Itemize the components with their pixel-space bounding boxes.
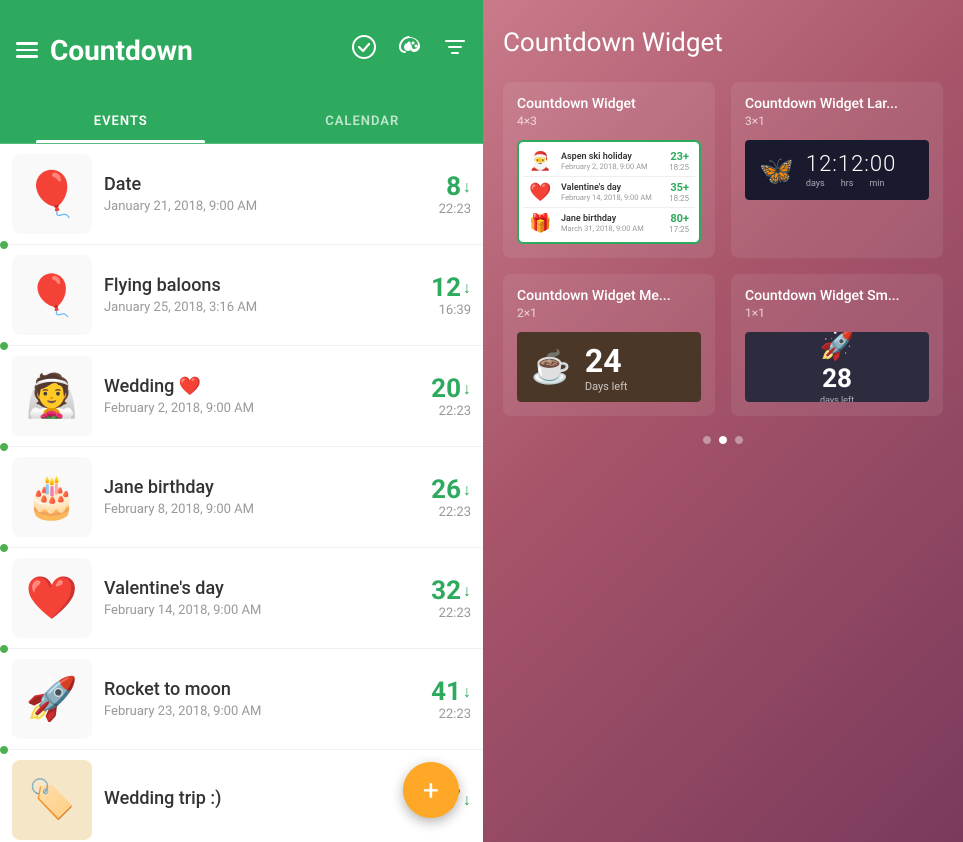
event-date-4: February 14, 2018, 9:00 AM [104, 603, 399, 618]
event-name-3: Jane birthday [104, 477, 399, 498]
butterfly-icon: 🦋 [759, 154, 794, 187]
event-date-3: February 8, 2018, 9:00 AM [104, 502, 399, 517]
countdown-days-0: 8↓ [411, 172, 471, 202]
event-thumb-2: 👰 [12, 356, 92, 436]
events-list: 🎈 Date January 21, 2018, 9:00 AM 8↓ 22:2… [0, 144, 483, 842]
event-info-4: Valentine's day February 14, 2018, 9:00 … [92, 578, 411, 618]
event-countdown-2: 20↓ 22:23 [411, 374, 471, 419]
countdown-days-4: 32↓ [411, 576, 471, 606]
widget-card-title-3: Countdown Widget Sm... [745, 288, 929, 304]
widget-preview-1x1: 🚀 28 days left [745, 332, 929, 402]
event-name-4: Valentine's day [104, 578, 399, 599]
list-item[interactable]: 🎈 Date January 21, 2018, 9:00 AM 8↓ 22:2… [0, 144, 483, 245]
event-thumb-5: 🚀 [12, 659, 92, 739]
list-item[interactable]: 🎂 Jane birthday February 8, 2018, 9:00 A… [0, 447, 483, 548]
event-info-3: Jane birthday February 8, 2018, 9:00 AM [92, 477, 411, 517]
widget-card-4x3[interactable]: Countdown Widget 4×3 🎅 Aspen ski holiday… [503, 82, 715, 258]
list-item[interactable]: 👰 Wedding ❤️ February 2, 2018, 9:00 AM 2… [0, 346, 483, 447]
widget-1x1-label: days left [820, 396, 854, 403]
widget-2x1-label: Days left [585, 380, 628, 393]
countdown-time-3: 22:23 [411, 505, 471, 520]
countdown-time-4: 22:23 [411, 606, 471, 621]
widget-grid: Countdown Widget 4×3 🎅 Aspen ski holiday… [503, 82, 943, 416]
event-date-5: February 23, 2018, 9:00 AM [104, 704, 399, 719]
widget-preview-4x3: 🎅 Aspen ski holiday February 2, 2018, 9:… [517, 140, 701, 244]
check-icon[interactable] [351, 34, 377, 66]
event-info-5: Rocket to moon February 23, 2018, 9:00 A… [92, 679, 411, 719]
widget-3x1-time: 12:12:00 [806, 152, 896, 177]
widget-card-1x1[interactable]: Countdown Widget Sm... 1×1 🚀 28 days lef… [731, 274, 943, 416]
widget-3x1-labels: days hrs min [806, 179, 896, 189]
pagination-dots [503, 436, 943, 444]
event-thumb-3: 🎂 [12, 457, 92, 537]
widget-card-2x1[interactable]: Countdown Widget Me... 2×1 ☕ 24 Days lef… [503, 274, 715, 416]
widget-card-size-2: 2×1 [517, 306, 701, 320]
event-info-2: Wedding ❤️ February 2, 2018, 9:00 AM [92, 376, 411, 416]
menu-button[interactable] [16, 42, 38, 58]
coffee-icon: ☕ [531, 348, 571, 386]
widget-card-3x1[interactable]: Countdown Widget Lar... 3×1 🦋 12:12:00 d… [731, 82, 943, 258]
countdown-time-0: 22:23 [411, 202, 471, 217]
event-name-6: Wedding trip :) [104, 788, 399, 809]
countdown-days-3: 26↓ [411, 475, 471, 505]
event-countdown-5: 41↓ 22:23 [411, 677, 471, 722]
dot-1[interactable] [719, 436, 727, 444]
widget-card-size-1: 3×1 [745, 114, 929, 128]
widget-preview-3x1: 🦋 12:12:00 days hrs min [745, 140, 929, 200]
app-header: Countdown [0, 0, 483, 100]
countdown-time-1: 16:39 [411, 303, 471, 318]
event-name-1: Flying baloons [104, 275, 399, 296]
list-item[interactable]: 🎈 Flying baloons January 25, 2018, 3:16 … [0, 245, 483, 346]
palette-icon[interactable] [397, 34, 423, 66]
countdown-time-5: 22:23 [411, 707, 471, 722]
event-thumb-6: 🏷️ [12, 760, 92, 840]
event-thumb-0: 🎈 [12, 154, 92, 234]
event-countdown-0: 8↓ 22:23 [411, 172, 471, 217]
event-info-1: Flying baloons January 25, 2018, 3:16 AM [92, 275, 411, 315]
add-event-fab[interactable]: + [403, 762, 459, 818]
widget-card-title-2: Countdown Widget Me... [517, 288, 701, 304]
event-name-5: Rocket to moon [104, 679, 399, 700]
event-thumb-1: 🎈 [12, 255, 92, 335]
event-countdown-1: 12↓ 16:39 [411, 273, 471, 318]
list-item[interactable]: 🚀 Rocket to moon February 23, 2018, 9:00… [0, 649, 483, 750]
widget-card-size-3: 1×1 [745, 306, 929, 320]
widget-card-title-1: Countdown Widget Lar... [745, 96, 929, 112]
countdown-days-2: 20↓ [411, 374, 471, 404]
event-countdown-4: 32↓ 22:23 [411, 576, 471, 621]
widget-card-size-0: 4×3 [517, 114, 701, 128]
list-item[interactable]: ❤️ Valentine's day February 14, 2018, 9:… [0, 548, 483, 649]
dot-2[interactable] [735, 436, 743, 444]
countdown-time-2: 22:23 [411, 404, 471, 419]
widget-1x1-days: 28 [822, 364, 852, 394]
rocket-icon: 🚀 [820, 332, 855, 362]
tab-events[interactable]: EVENTS [0, 100, 242, 143]
event-name-2: Wedding ❤️ [104, 376, 399, 397]
filter-icon[interactable] [443, 35, 467, 65]
event-name-0: Date [104, 174, 399, 195]
dot-0[interactable] [703, 436, 711, 444]
tab-bar: EVENTS CALENDAR [0, 100, 483, 144]
widget-card-title-0: Countdown Widget [517, 96, 701, 112]
widget-preview-2x1: ☕ 24 Days left [517, 332, 701, 402]
event-thumb-4: ❤️ [12, 558, 92, 638]
countdown-days-1: 12↓ [411, 273, 471, 303]
widget-panel: Countdown Widget Countdown Widget 4×3 🎅 … [483, 0, 963, 842]
event-info-0: Date January 21, 2018, 9:00 AM [92, 174, 411, 214]
header-icons [351, 34, 467, 66]
event-date-0: January 21, 2018, 9:00 AM [104, 199, 399, 214]
event-countdown-3: 26↓ 22:23 [411, 475, 471, 520]
widget-panel-title: Countdown Widget [503, 28, 943, 58]
countdown-days-5: 41↓ [411, 677, 471, 707]
event-date-2: February 2, 2018, 9:00 AM [104, 401, 399, 416]
tab-calendar[interactable]: CALENDAR [242, 100, 484, 143]
event-date-1: January 25, 2018, 3:16 AM [104, 300, 399, 315]
widget-2x1-days: 24 [585, 342, 628, 380]
app-title: Countdown [50, 34, 351, 67]
event-info-6: Wedding trip :) [92, 788, 411, 813]
